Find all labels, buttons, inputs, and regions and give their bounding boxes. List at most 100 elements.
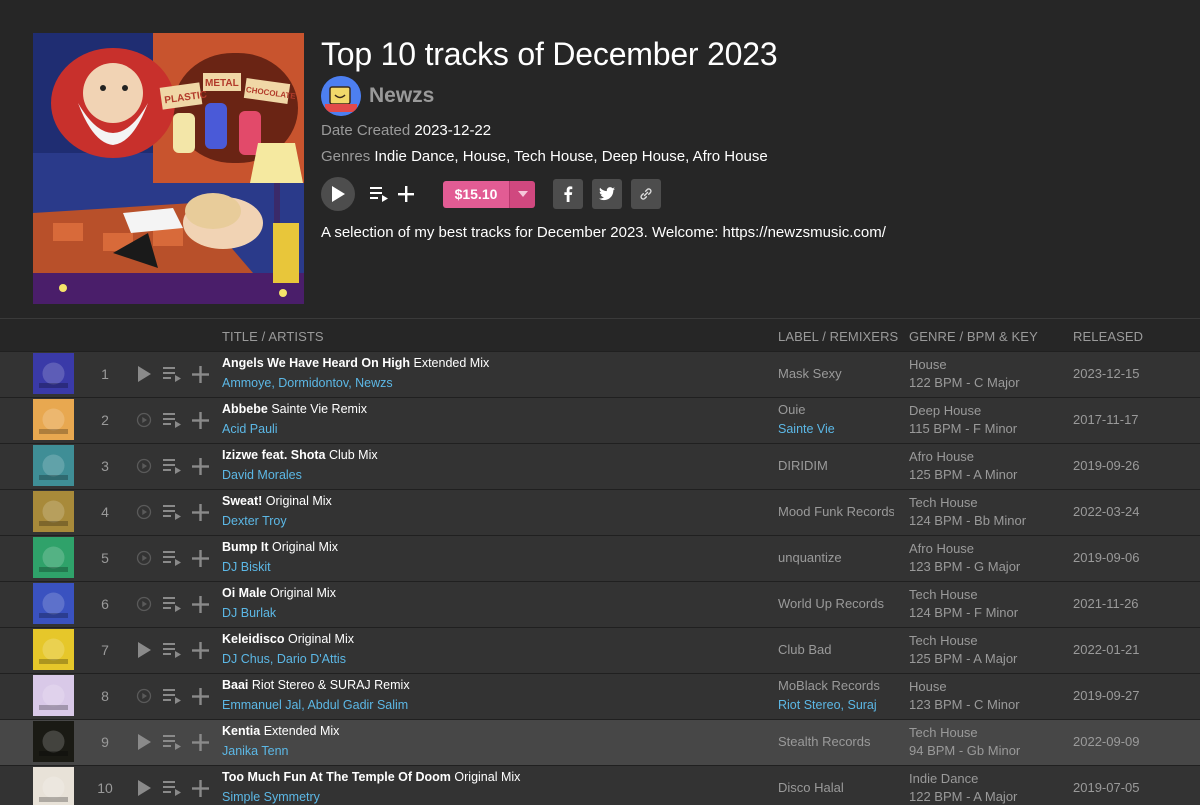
track-artists[interactable]: DJ Chus, Dario D'Attis <box>222 652 346 666</box>
track-artists[interactable]: Emmanuel Jal, Abdul Gadir Salim <box>222 698 408 712</box>
track-row[interactable]: 2 Abbebe Sainte Vie Remix Acid Pauli Ouie Sa… <box>0 397 1200 443</box>
track-label[interactable]: unquantize <box>778 550 894 565</box>
track-label[interactable]: Disco Halal <box>778 780 894 795</box>
track-play-button[interactable] <box>134 593 154 615</box>
track-artwork[interactable] <box>33 399 74 440</box>
track-queue-button[interactable] <box>162 501 184 523</box>
release-artist-link[interactable]: Newzs <box>369 84 434 108</box>
track-add-button[interactable] <box>190 455 210 477</box>
track-label[interactable]: MoBlack Records <box>778 678 894 693</box>
track-play-button[interactable] <box>134 455 154 477</box>
track-artists[interactable]: Janika Tenn <box>222 744 289 758</box>
track-row[interactable]: 10 Too Much Fun At The Temple Of Doom Ori… <box>0 765 1200 805</box>
track-label[interactable]: Club Bad <box>778 642 894 657</box>
track-artwork[interactable] <box>33 675 74 716</box>
track-play-button[interactable] <box>134 363 154 385</box>
track-artists[interactable]: Ammoye, Dormidontov, Newzs <box>222 376 393 390</box>
track-queue-button[interactable] <box>162 593 184 615</box>
track-add-button[interactable] <box>190 547 210 569</box>
track-row[interactable]: 3 Izizwe feat. Shota Club Mix David Morale… <box>0 443 1200 489</box>
track-artists[interactable]: David Morales <box>222 468 302 482</box>
add-to-queue-button[interactable] <box>367 179 393 209</box>
track-title[interactable]: Keleidisco Original Mix <box>222 632 354 646</box>
play-all-button[interactable] <box>321 177 355 211</box>
track-queue-button[interactable] <box>162 409 184 431</box>
track-artwork[interactable] <box>33 445 74 486</box>
track-genre[interactable]: Tech House <box>909 495 978 510</box>
track-label[interactable]: DIRIDIM <box>778 458 894 473</box>
track-play-button[interactable] <box>134 547 154 569</box>
track-genre[interactable]: Tech House <box>909 587 978 602</box>
track-title[interactable]: Sweat! Original Mix <box>222 494 332 508</box>
track-title[interactable]: Kentia Extended Mix <box>222 724 339 738</box>
track-artwork[interactable] <box>33 353 74 394</box>
track-row[interactable]: 1 Angels We Have Heard On High Extended M… <box>0 351 1200 397</box>
track-queue-button[interactable] <box>162 685 184 707</box>
add-to-playlist-button[interactable] <box>393 179 419 209</box>
track-artwork[interactable] <box>33 583 74 624</box>
track-title[interactable]: Too Much Fun At The Temple Of Doom Origi… <box>222 770 520 784</box>
track-genre[interactable]: House <box>909 679 947 694</box>
track-label[interactable]: Stealth Records <box>778 734 894 749</box>
track-artists[interactable]: Dexter Troy <box>222 514 287 528</box>
track-label[interactable]: Mood Funk Records <box>778 504 894 519</box>
track-queue-button[interactable] <box>162 777 184 799</box>
price-dropdown[interactable] <box>509 180 535 208</box>
track-artwork[interactable] <box>33 767 74 805</box>
track-genre[interactable]: Tech House <box>909 633 978 648</box>
track-artists[interactable]: Simple Symmetry <box>222 790 320 804</box>
track-row[interactable]: 7 Keleidisco Original Mix DJ Chus, Dario D… <box>0 627 1200 673</box>
track-genre[interactable]: Afro House <box>909 541 974 556</box>
track-row[interactable]: 9 Kentia Extended Mix Janika Tenn Stealth R… <box>0 719 1200 765</box>
track-label[interactable]: World Up Records <box>778 596 894 611</box>
track-add-button[interactable] <box>190 409 210 431</box>
header-title-artists[interactable]: TITLE / ARTISTS <box>222 329 324 344</box>
share-twitter-button[interactable] <box>592 179 622 209</box>
track-artists[interactable]: DJ Burlak <box>222 606 276 620</box>
header-genre-bpm-key[interactable]: GENRE / BPM & KEY <box>909 329 1038 344</box>
track-label[interactable]: Mask Sexy <box>778 366 894 381</box>
track-add-button[interactable] <box>190 593 210 615</box>
track-title[interactable]: Abbebe Sainte Vie Remix <box>222 402 367 416</box>
copy-link-button[interactable] <box>631 179 661 209</box>
track-queue-button[interactable] <box>162 455 184 477</box>
track-genre[interactable]: House <box>909 357 947 372</box>
track-title[interactable]: Angels We Have Heard On High Extended Mi… <box>222 356 489 370</box>
track-play-button[interactable] <box>134 409 154 431</box>
track-row[interactable]: 8 Baai Riot Stereo & SURAJ Remix Emmanuel … <box>0 673 1200 719</box>
track-queue-button[interactable] <box>162 363 184 385</box>
track-row[interactable]: 5 Bump It Original Mix DJ Biskit unquantize… <box>0 535 1200 581</box>
price-value[interactable]: $15.10 <box>443 180 509 208</box>
track-artwork[interactable] <box>33 491 74 532</box>
track-queue-button[interactable] <box>162 547 184 569</box>
track-remixers[interactable]: Riot Stereo, Suraj <box>778 698 877 712</box>
track-label[interactable]: Ouie <box>778 402 894 417</box>
track-play-button[interactable] <box>134 501 154 523</box>
track-genre[interactable]: Indie Dance <box>909 771 978 786</box>
track-queue-button[interactable] <box>162 731 184 753</box>
track-add-button[interactable] <box>190 777 210 799</box>
track-play-button[interactable] <box>134 777 154 799</box>
track-play-button[interactable] <box>134 639 154 661</box>
track-play-button[interactable] <box>134 685 154 707</box>
track-title[interactable]: Izizwe feat. Shota Club Mix <box>222 448 378 462</box>
track-queue-button[interactable] <box>162 639 184 661</box>
track-title[interactable]: Baai Riot Stereo & SURAJ Remix <box>222 678 410 692</box>
track-remixers[interactable]: Sainte Vie <box>778 422 835 436</box>
track-add-button[interactable] <box>190 639 210 661</box>
track-play-button[interactable] <box>134 731 154 753</box>
track-artwork[interactable] <box>33 629 74 670</box>
track-add-button[interactable] <box>190 501 210 523</box>
track-artwork[interactable] <box>33 537 74 578</box>
track-artwork[interactable] <box>33 721 74 762</box>
header-label-remixers[interactable]: LABEL / REMIXERS <box>778 329 898 344</box>
track-genre[interactable]: Tech House <box>909 725 978 740</box>
track-artists[interactable]: DJ Biskit <box>222 560 271 574</box>
share-facebook-button[interactable] <box>553 179 583 209</box>
track-title[interactable]: Bump It Original Mix <box>222 540 338 554</box>
track-row[interactable]: 6 Oi Male Original Mix DJ Burlak World Up R… <box>0 581 1200 627</box>
track-add-button[interactable] <box>190 731 210 753</box>
price-button[interactable]: $15.10 <box>443 180 535 208</box>
track-add-button[interactable] <box>190 685 210 707</box>
artist-avatar[interactable] <box>321 76 361 116</box>
